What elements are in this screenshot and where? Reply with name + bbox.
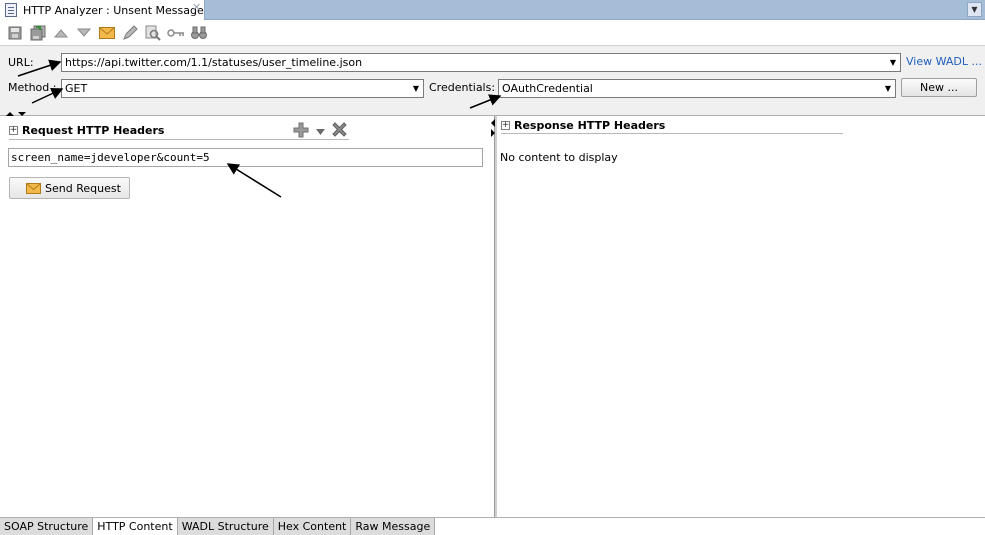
- send-request-button[interactable]: Send Request: [9, 177, 130, 199]
- editor-tab-http-analyzer[interactable]: HTTP Analyzer : Unsent Message ✕: [0, 0, 205, 20]
- tab-list-dropdown-icon[interactable]: ▼: [967, 2, 982, 17]
- edit-icon[interactable]: [121, 24, 139, 42]
- request-form: URL: https://api.twitter.com/1.1/statuse…: [0, 45, 985, 111]
- response-headers-title: Response HTTP Headers: [514, 119, 666, 132]
- document-icon: [5, 3, 17, 17]
- save-icon[interactable]: [6, 24, 24, 42]
- binoculars-icon[interactable]: [190, 24, 208, 42]
- url-combobox[interactable]: https://api.twitter.com/1.1/statuses/use…: [61, 53, 901, 72]
- credentials-label: Credentials:: [429, 81, 496, 94]
- key-icon[interactable]: [167, 24, 185, 42]
- method-dropdown-icon[interactable]: ▼: [409, 80, 423, 97]
- add-header-dropdown-icon[interactable]: [316, 125, 325, 138]
- url-dropdown-icon[interactable]: ▼: [886, 54, 900, 71]
- find-icon[interactable]: [144, 24, 162, 42]
- expand-icon[interactable]: +: [9, 126, 18, 135]
- method-select[interactable]: GET ▼: [61, 79, 424, 98]
- divider-arrows-icon[interactable]: [490, 118, 496, 138]
- view-wadl-link[interactable]: View WADL ...: [906, 55, 982, 68]
- toolbar: [0, 21, 985, 45]
- bottom-tab-bar: SOAP Structure HTTP Content WADL Structu…: [0, 517, 985, 535]
- tab-wadl-structure[interactable]: WADL Structure: [177, 518, 274, 535]
- tab-hex-content[interactable]: Hex Content: [273, 518, 352, 535]
- url-label: URL:: [8, 56, 34, 69]
- move-down-icon[interactable]: [75, 24, 93, 42]
- credentials-select[interactable]: OAuthCredential ▼: [498, 79, 896, 98]
- move-up-icon[interactable]: [52, 24, 70, 42]
- credentials-dropdown-icon[interactable]: ▼: [881, 80, 895, 97]
- url-input[interactable]: https://api.twitter.com/1.1/statuses/use…: [65, 56, 362, 69]
- save-all-icon[interactable]: [29, 24, 47, 42]
- tab-close-icon[interactable]: ✕: [192, 1, 201, 14]
- response-headers-section[interactable]: + Response HTTP Headers: [501, 118, 843, 134]
- credentials-value: OAuthCredential: [502, 82, 593, 95]
- request-panel: + Request HTTP Headers screen_name=jdeve…: [0, 116, 494, 517]
- add-header-icon[interactable]: [292, 121, 310, 142]
- method-value: GET: [65, 82, 88, 95]
- tab-raw-message[interactable]: Raw Message: [351, 518, 436, 535]
- editor-tab-title: HTTP Analyzer : Unsent Message: [23, 3, 204, 17]
- editor-tab-bar: HTTP Analyzer : Unsent Message ✕ ▼: [0, 0, 985, 20]
- request-headers-title: Request HTTP Headers: [22, 124, 165, 137]
- expand-icon[interactable]: +: [501, 121, 510, 130]
- tab-soap-structure[interactable]: SOAP Structure: [0, 518, 94, 535]
- delete-header-icon[interactable]: [331, 121, 348, 141]
- new-credential-button[interactable]: New ...: [901, 78, 977, 97]
- send-request-label: Send Request: [45, 181, 121, 195]
- tab-http-content[interactable]: HTTP Content: [93, 518, 178, 535]
- request-params-input[interactable]: screen_name=jdeveloper&count=5: [8, 148, 483, 167]
- method-label: Method :: [8, 81, 57, 94]
- no-content-message: No content to display: [500, 151, 618, 164]
- response-panel: + Response HTTP Headers No content to di…: [497, 116, 985, 517]
- envelope-icon: [26, 182, 41, 194]
- envelope-icon[interactable]: [98, 24, 116, 42]
